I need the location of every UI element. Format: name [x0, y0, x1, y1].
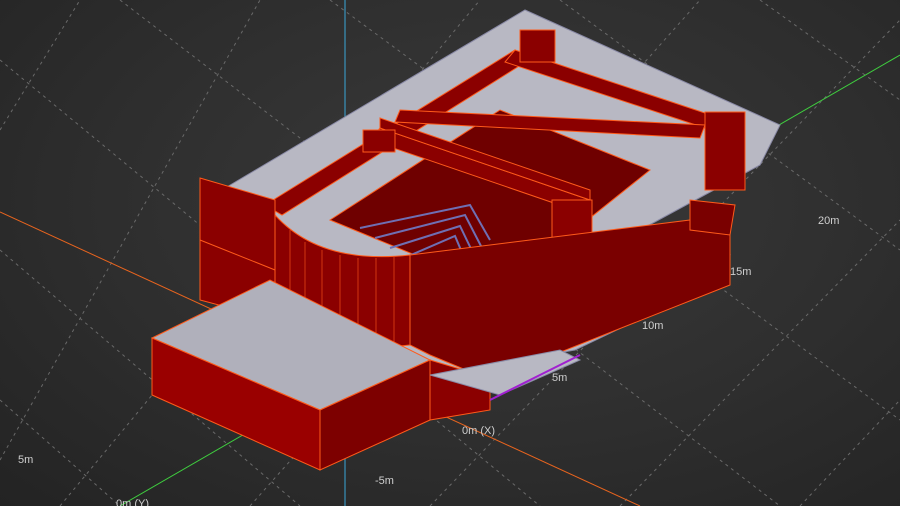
- grid-label-15m: 15m: [730, 266, 751, 278]
- 3d-viewport[interactable]: 20m 15m 10m 5m 0m (X) -5m 5m 0m (Y): [0, 0, 900, 506]
- grid-label-5m-x: 5m: [18, 454, 33, 466]
- viewport-scene[interactable]: 20m 15m 10m 5m 0m (X) -5m 5m 0m (Y): [0, 0, 900, 506]
- grid-label-0m-y: 0m (Y): [116, 498, 149, 506]
- grid-label-5m-y: 5m: [552, 372, 567, 384]
- grid-label-20m: 20m: [818, 215, 839, 227]
- grid-label-neg5m: -5m: [375, 475, 394, 487]
- grid-label-10m: 10m: [642, 320, 663, 332]
- grid-label-0m-x: 0m (X): [462, 425, 495, 437]
